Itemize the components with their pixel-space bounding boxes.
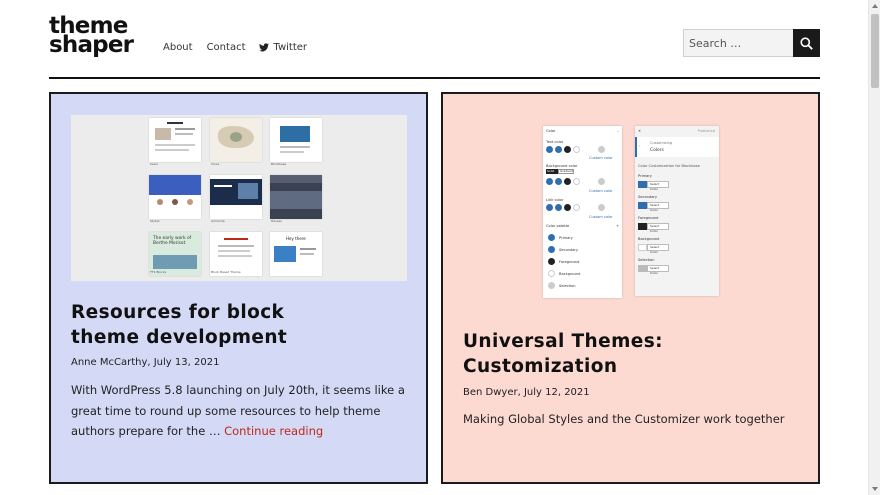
theme-preview-hey-there: Hey there xyxy=(270,232,322,276)
nav-contact[interactable]: Contact xyxy=(207,42,246,53)
nav-about[interactable]: About xyxy=(163,42,193,53)
scroll-thumb[interactable] xyxy=(871,14,879,88)
theme-preview-armanda xyxy=(210,175,262,219)
post-card-universal-themes[interactable]: Color – Text color Custom color Backgrou… xyxy=(441,92,820,484)
theme-label: Armanda xyxy=(211,219,225,223)
twitter-icon xyxy=(259,43,270,52)
post-thumbnail[interactable]: Color – Text color Custom color Backgrou… xyxy=(543,126,721,298)
post-author[interactable]: Anne McCarthy xyxy=(71,357,147,368)
post-date[interactable]: July 12, 2021 xyxy=(524,387,590,398)
post-author[interactable]: Ben Dwyer xyxy=(463,387,518,398)
theme-preview-clove xyxy=(210,118,262,162)
scroll-down-icon[interactable] xyxy=(872,487,878,491)
scroll-up-icon[interactable] xyxy=(872,4,878,8)
theme-preview-hansen xyxy=(270,175,322,219)
post-excerpt: With WordPress 5.8 launching on July 20t… xyxy=(71,383,405,438)
search-button[interactable] xyxy=(793,29,820,57)
theme-label: TT1 Blocks xyxy=(150,270,167,274)
nav-twitter-label: Twitter xyxy=(273,42,307,53)
theme-preview-blockbase xyxy=(270,118,322,162)
continue-reading-link[interactable]: Continue reading xyxy=(224,424,323,438)
theme-label: Seed xyxy=(150,162,158,166)
theme-label: Clove xyxy=(211,162,220,166)
color-panel: Color – Text color Custom color Backgrou… xyxy=(543,126,622,298)
post-date[interactable]: July 13, 2021 xyxy=(154,357,220,368)
page-scrollbar[interactable] xyxy=(868,0,880,495)
site-logo[interactable]: theme shaper xyxy=(49,15,134,57)
header-divider xyxy=(49,77,820,79)
theme-label: Stybal xyxy=(150,219,160,223)
post-meta: Anne McCarthy, July 13, 2021 xyxy=(71,357,220,368)
post-excerpt: Making Global Styles and the Customizer … xyxy=(463,412,785,426)
post-thumbnail[interactable]: Seed Clove Blockbase Stybal Armanda Hans… xyxy=(71,115,407,281)
theme-preview-seed xyxy=(149,118,201,162)
customizer-panel: ✕ Published ‹ Customizing Colors Color C… xyxy=(635,126,719,296)
search-form xyxy=(683,29,820,57)
theme-preview-stybal xyxy=(149,175,201,219)
post-card-resources[interactable]: Seed Clove Blockbase Stybal Armanda Hans… xyxy=(49,92,428,484)
post-title[interactable]: Resources for block theme development xyxy=(71,300,287,350)
post-meta: Ben Dwyer, July 12, 2021 xyxy=(463,387,590,398)
search-input[interactable] xyxy=(683,29,793,57)
primary-nav: About Contact Twitter xyxy=(163,42,307,53)
site-header: theme shaper About Contact Twitter xyxy=(49,0,820,78)
theme-label: Blockbase xyxy=(271,162,287,166)
search-icon xyxy=(800,36,813,50)
theme-label: Hansen xyxy=(271,219,283,223)
post-title[interactable]: Universal Themes: Customization xyxy=(463,329,663,379)
nav-twitter[interactable]: Twitter xyxy=(259,42,307,53)
theme-label: Block Based Theme xyxy=(211,270,241,274)
